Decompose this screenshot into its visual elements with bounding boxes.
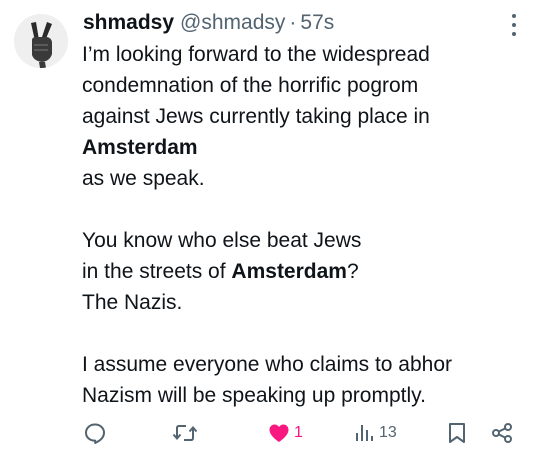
tweet-text-line: Nazism will be speaking up promptly. xyxy=(82,384,426,407)
reply-button[interactable] xyxy=(83,418,107,448)
text-fragment: ? xyxy=(346,260,359,283)
action-bar: 1 13 xyxy=(0,418,540,448)
bookmark-button[interactable] xyxy=(446,418,468,448)
share-button[interactable] xyxy=(490,418,514,448)
tweet-text-line: in the streets of Amsterdam? xyxy=(82,256,522,287)
bookmark-icon xyxy=(449,423,465,443)
more-vertical-icon[interactable] xyxy=(510,14,518,36)
retweet-button[interactable] xyxy=(172,418,198,448)
tweet-text-line: I’m looking forward to the widespread xyxy=(82,43,430,66)
reply-icon xyxy=(85,423,105,444)
like-count: 1 xyxy=(294,424,303,441)
tweet-card[interactable]: shmadsy @shmadsy · 57s I’m looking forwa… xyxy=(0,0,540,449)
text-fragment: in the streets of xyxy=(82,260,232,283)
tweet-text-line: Amsterdam xyxy=(82,132,522,163)
like-button[interactable]: 1 xyxy=(267,418,303,448)
tweet-text-line: against Jews currently taking place in xyxy=(82,105,430,128)
timestamp[interactable]: 57s xyxy=(300,8,334,38)
separator-dot: · xyxy=(289,11,297,34)
bold-text: Amsterdam xyxy=(82,136,198,159)
tweet-text-line: I assume everyone who claims to abhor xyxy=(82,353,453,376)
retweet-icon xyxy=(172,425,198,441)
views-chart-icon xyxy=(356,425,373,441)
tweet-text-line: You know who else beat Jews xyxy=(82,229,362,252)
tweet-text-line: as we speak. xyxy=(82,167,205,190)
tweet-text-line: condemnation of the horrific pogrom xyxy=(82,74,419,97)
user-handle[interactable]: @shmadsy xyxy=(180,8,285,38)
tweet-header: shmadsy @shmadsy · 57s xyxy=(83,8,334,38)
views-button[interactable]: 13 xyxy=(354,418,397,448)
view-count: 13 xyxy=(379,424,397,441)
tweet-text: I’m looking forward to the widespread co… xyxy=(82,39,522,411)
display-name[interactable]: shmadsy xyxy=(83,8,174,38)
bold-text: Amsterdam xyxy=(231,260,347,283)
tweet-text-line: The Nazis. xyxy=(82,291,183,314)
avatar[interactable] xyxy=(14,14,68,68)
peace-sign-hand-icon xyxy=(14,14,68,68)
heart-filled-icon xyxy=(269,424,289,442)
share-icon xyxy=(492,423,512,443)
